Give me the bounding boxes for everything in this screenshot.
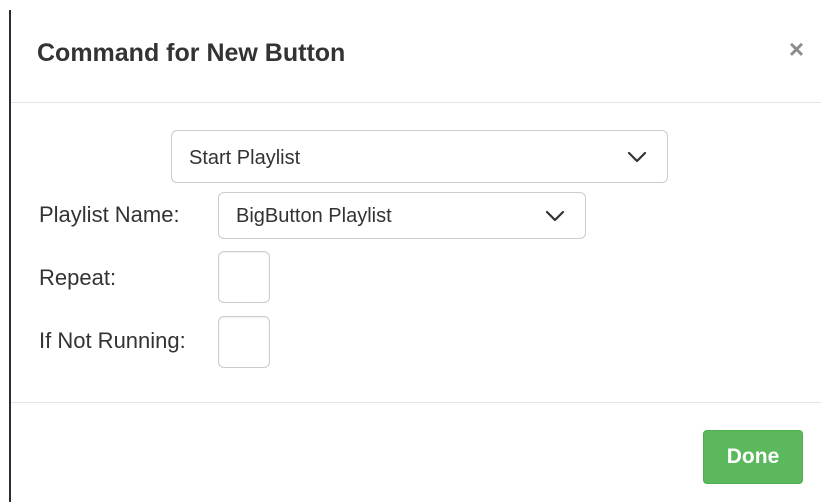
repeat-label: Repeat: [39,265,117,290]
command-select-value: Start Playlist [189,147,301,169]
done-button[interactable]: Done [703,430,803,484]
if-not-running-checkbox[interactable] [218,316,270,368]
playlist-name-label: Playlist Name: [39,202,180,227]
command-select[interactable]: Start Playlist [171,130,668,183]
repeat-checkbox[interactable] [218,251,270,303]
dialog-footer: Done [11,402,821,503]
dialog-title: Command for New Button [37,39,346,67]
command-dialog: Command for New Button × Start Playlist … [11,0,821,502]
chevron-down-icon [627,151,647,163]
playlist-name-select[interactable]: BigButton Playlist [218,192,586,239]
close-button[interactable]: × [789,36,804,62]
dialog-header: Command for New Button × [11,0,821,103]
playlist-name-value: BigButton Playlist [236,205,392,227]
chevron-down-icon [545,210,565,222]
if-not-running-label: If Not Running: [39,328,186,353]
